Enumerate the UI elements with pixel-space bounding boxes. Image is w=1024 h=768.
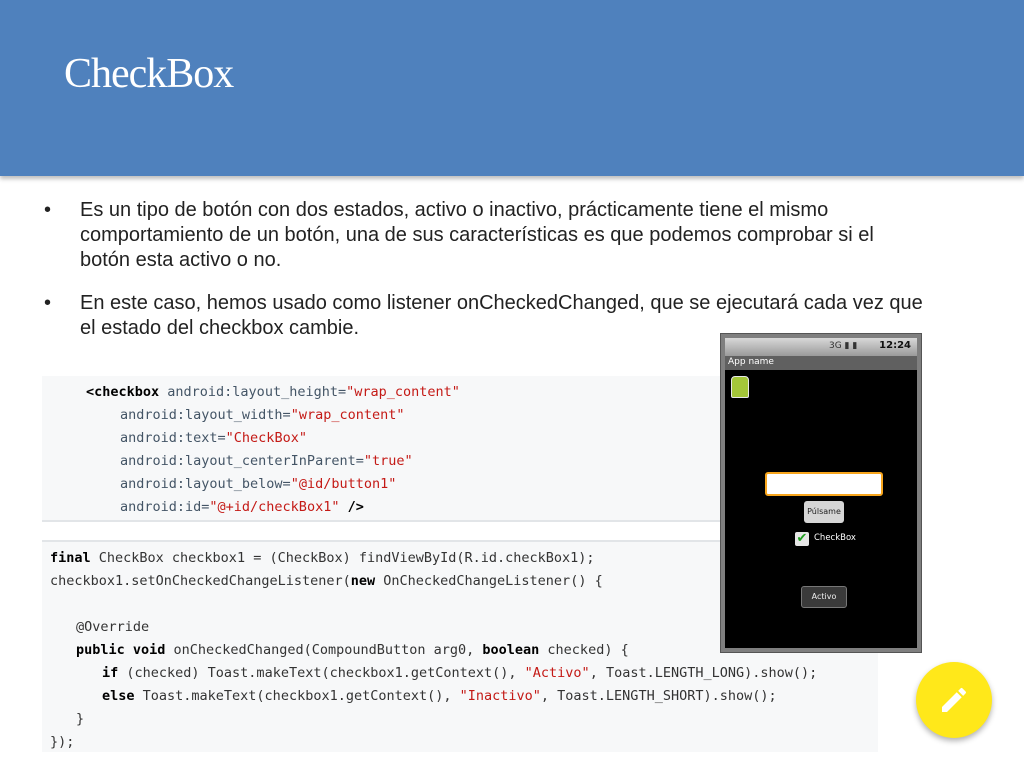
phone-screenshot: 3G ▮ ▮ 12:24 App name Púlsame ✔ CheckBox… (720, 333, 922, 653)
code-line: android:layout_centerInParent="true" (120, 453, 413, 469)
code-token: CheckBox checkbox1 = (CheckBox) findView… (90, 550, 595, 566)
app-title-bar: App name (725, 356, 917, 370)
code-line: if (checked) Toast.makeText(checkbox1.ge… (102, 665, 817, 681)
code-token: checked) { (539, 642, 629, 658)
code-token: public void (76, 642, 166, 658)
code-token: "wrap_content" (346, 384, 460, 400)
bullet-item: • Es un tipo de botón con dos estados, a… (44, 198, 924, 273)
code-token: new (350, 573, 376, 589)
code-line: } (76, 711, 84, 727)
code-token: else (102, 688, 135, 704)
code-token: android:layout_height= (167, 384, 347, 400)
code-line: android:layout_width="wrap_content" (120, 407, 404, 423)
pulsame-button[interactable]: Púlsame (804, 501, 844, 523)
code-token: boolean (482, 642, 540, 658)
checkbox[interactable]: ✔ (795, 532, 809, 546)
code-token: Toast.makeText(checkbox1.getContext(), (134, 688, 460, 704)
signal-icon: 3G ▮ ▮ (829, 341, 858, 351)
code-token: "@id/button1" (290, 476, 397, 492)
code-token: "Inactivo" (459, 688, 541, 704)
code-token: "CheckBox" (225, 430, 307, 446)
code-line: android:layout_below="@id/button1" (120, 476, 396, 492)
code-token: "@+id/checkBox1" (209, 499, 340, 515)
code-line: <checkbox android:layout_height="wrap_co… (86, 384, 460, 400)
code-token: "Activo" (524, 665, 590, 681)
code-line: android:text="CheckBox" (120, 430, 307, 446)
code-line: @Override (76, 619, 149, 635)
code-token: if (102, 665, 119, 681)
code-token: android:layout_width= (120, 407, 291, 423)
code-token: android:layout_below= (120, 476, 291, 492)
code-token: (checked) Toast.makeText(checkbox1.getCo… (118, 665, 525, 681)
code-line: }); (50, 734, 74, 750)
code-token: android:text= (120, 430, 226, 446)
code-token: , Toast.LENGTH_SHORT).show(); (540, 688, 777, 704)
code-token: } (76, 711, 85, 727)
xml-code-block: <checkbox android:layout_height="wrap_co… (42, 376, 720, 522)
code-line: public void onCheckedChanged(CompoundBut… (76, 642, 629, 658)
code-line: android:id="@+id/checkBox1" /> (120, 499, 364, 515)
code-token: onCheckedChanged(CompoundButton arg0, (165, 642, 483, 658)
edit-fab-button[interactable] (916, 662, 992, 738)
bullet-glyph: • (44, 292, 52, 314)
code-token: "wrap_content" (290, 407, 405, 423)
code-line: else Toast.makeText(checkbox1.getContext… (102, 688, 777, 704)
toast-message: Activo (801, 586, 847, 608)
code-token: OnCheckedChangeListener() { (375, 573, 603, 589)
slide-header: CheckBox (0, 0, 1024, 176)
code-token: android:id= (120, 499, 210, 515)
status-bar: 3G ▮ ▮ 12:24 (725, 338, 917, 356)
code-token: "true" (363, 453, 413, 469)
app-name: App name (728, 357, 774, 367)
status-time: 12:24 (879, 340, 911, 351)
code-token: final (50, 550, 91, 566)
phone-screen: 3G ▮ ▮ 12:24 App name Púlsame ✔ CheckBox… (725, 338, 917, 648)
bullet-glyph: • (44, 199, 52, 221)
pencil-icon (942, 687, 967, 712)
bullet-text: En este caso, hemos usado como listener … (80, 292, 923, 339)
code-token: checkbox1.setOnCheckedChangeListener( (50, 573, 351, 589)
code-token: <checkbox (86, 384, 168, 400)
code-token: /> (339, 499, 364, 515)
code-line: checkbox1.setOnCheckedChangeListener(new… (50, 573, 603, 589)
checkbox-label: CheckBox (814, 533, 856, 543)
android-icon (731, 376, 749, 398)
code-token: , Toast.LENGTH_LONG).show(); (589, 665, 818, 681)
bullet-text: Es un tipo de botón con dos estados, act… (80, 199, 874, 271)
code-token: android:layout_centerInParent= (120, 453, 364, 469)
code-token: }); (50, 734, 75, 750)
code-token: @Override (76, 619, 150, 635)
slide-title: CheckBox (64, 51, 234, 97)
text-input-field[interactable] (765, 472, 883, 496)
code-line: final CheckBox checkbox1 = (CheckBox) fi… (50, 550, 595, 566)
